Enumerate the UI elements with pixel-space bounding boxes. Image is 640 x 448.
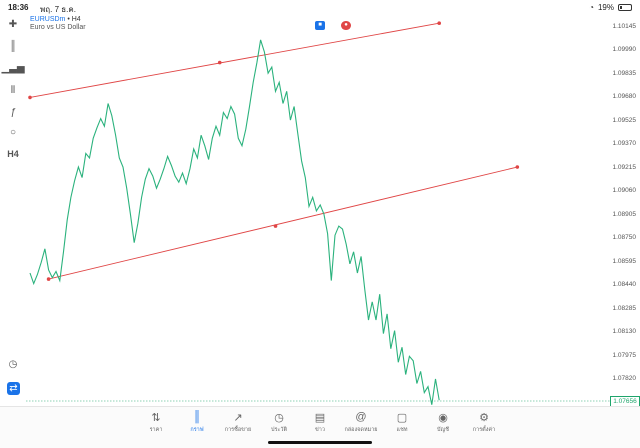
price-tick-label: 1.07820 [612, 375, 637, 382]
account-icon: ◉ [438, 412, 448, 424]
nav-item-label: กล่องจดหมาย [344, 427, 378, 433]
price-tick-label: 1.09525 [612, 116, 637, 124]
nav-item-1[interactable]: ║ กราฟ [177, 411, 217, 434]
price-tick-label: 1.09370 [612, 140, 637, 148]
price-tick-label: 1.08130 [612, 328, 637, 336]
trendline-0 [29, 22, 440, 98]
trendline-anchor-point [217, 60, 222, 65]
nav-item-label: การซื้อขาย [224, 427, 252, 433]
nav-item-label: ข่าว [315, 427, 325, 433]
nav-item-5[interactable]: @ กล่องจดหมาย [341, 411, 381, 434]
nav-item-7[interactable]: ◉ บัญชี [423, 411, 463, 434]
nav-item-label: แชท [396, 427, 408, 433]
chart-candles-icon: ║ [193, 411, 201, 423]
price-series-line [29, 39, 440, 405]
trendline-anchor-point [273, 224, 278, 228]
nav-item-label: การตั้งค่า [472, 427, 496, 433]
trendlines-layer [28, 21, 520, 281]
price-tick-label: 1.09215 [612, 163, 637, 171]
nav-item-label: กราฟ [190, 427, 204, 433]
nav-item-label: ประวัติ [270, 427, 288, 433]
price-tick-label: 1.09990 [612, 46, 637, 54]
nav-item-2[interactable]: ↗ การซื้อขาย [218, 411, 258, 434]
price-tick-label: 1.08750 [612, 234, 637, 242]
price-chart[interactable] [0, 0, 640, 420]
price-tick-label: 1.08905 [612, 210, 637, 218]
trendline-1 [48, 166, 518, 280]
news-icon: ▤ [314, 412, 326, 424]
home-indicator [268, 441, 372, 444]
price-tick-label: 1.07975 [612, 351, 637, 359]
nav-item-8[interactable]: ⚙ การตั้งค่า [464, 411, 504, 434]
price-tick-label: 1.10145 [612, 23, 637, 30]
nav-item-label: บัญชี [437, 427, 449, 433]
quotes-arrows-icon: ⇅ [151, 412, 161, 424]
trendline-anchor-point [28, 95, 32, 100]
series-layer [29, 39, 440, 405]
trendline-anchor-point [46, 277, 51, 281]
trendline-anchor-point [515, 165, 520, 169]
nav-item-0[interactable]: ⇅ ราคา [136, 411, 176, 434]
price-tick-label: 1.09060 [612, 187, 637, 195]
price-tick-label: 1.08440 [612, 281, 637, 289]
price-tick-label: 1.09835 [612, 69, 637, 77]
trendline-anchor-point [437, 21, 442, 26]
nav-item-6[interactable]: ▢ แชท [382, 411, 422, 434]
price-tick-label: 1.08285 [612, 304, 637, 312]
price-tick-label: 1.09680 [612, 93, 637, 101]
history-clock-icon: ◷ [274, 412, 284, 424]
chat-icon: ▢ [396, 412, 408, 424]
mail-at-icon: @ [355, 411, 367, 423]
trade-chart-icon: ↗ [233, 412, 243, 424]
price-tick-label: 1.08595 [612, 257, 637, 265]
nav-item-4[interactable]: ▤ ข่าว [300, 411, 340, 434]
nav-item-label: ราคา [149, 427, 163, 433]
nav-item-3[interactable]: ◷ ประวัติ [259, 411, 299, 434]
settings-gear-icon: ⚙ [479, 412, 489, 424]
